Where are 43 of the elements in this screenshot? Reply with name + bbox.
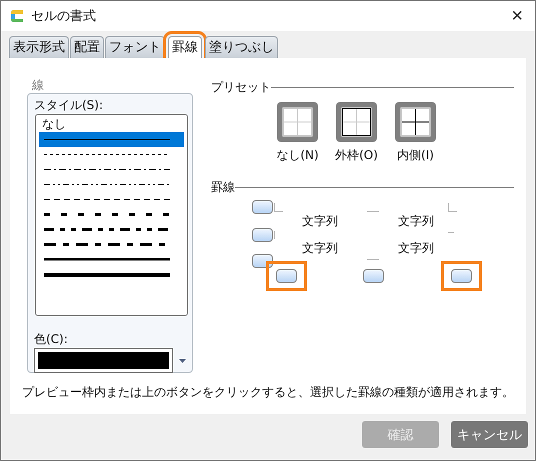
section-title: 罫線: [211, 178, 235, 196]
border-toggle-button[interactable]: [266, 261, 306, 291]
line-pattern-icon: [44, 154, 170, 155]
tab[interactable]: 塗りつぶし: [205, 36, 278, 58]
preview-cell-text: 文字列: [301, 213, 339, 230]
preset-button[interactable]: 内側(I): [390, 102, 441, 164]
color-label: 色(C):: [34, 331, 69, 348]
section-title: プリセット: [211, 78, 271, 96]
tab[interactable]: 表示形式: [9, 36, 69, 58]
dropdown-arrow-icon[interactable]: [179, 358, 186, 362]
line-pattern-icon: [44, 184, 170, 185]
border-toggle-button[interactable]: [250, 228, 274, 242]
tab[interactable]: 配置: [70, 36, 104, 58]
line-pattern-icon: [44, 213, 170, 216]
cancel-button[interactable]: キャンセル: [451, 421, 528, 448]
group-title: 線: [31, 77, 45, 93]
app-logo-icon: [9, 8, 25, 24]
preview-cell-text: 文字列: [397, 240, 435, 256]
line-style-list[interactable]: なし: [35, 114, 188, 316]
tab[interactable]: フォント: [105, 36, 165, 58]
hint-text: プレビュー枠内または上のボタンをクリックすると、選択した罫線の種類が適用されます。: [22, 384, 515, 401]
line-pattern-icon: [44, 258, 170, 261]
close-button[interactable]: ×: [507, 6, 527, 26]
style-label: スタイル(S):: [34, 97, 104, 114]
color-field[interactable]: [34, 348, 174, 373]
preview-cell-text: 文字列: [301, 240, 339, 256]
line-pattern-icon: [44, 228, 170, 231]
line-pattern-icon: [44, 272, 170, 276]
grid-icon: [277, 102, 318, 142]
border-toggle-button[interactable]: [440, 261, 482, 291]
line-pattern-icon: [44, 139, 170, 140]
border-toggle-button[interactable]: [362, 269, 384, 283]
window-title: セルの書式: [31, 8, 96, 25]
line-pattern-icon: [44, 199, 170, 200]
border-toggle-button[interactable]: [250, 200, 274, 214]
line-pattern-icon: [44, 169, 170, 170]
border-toggle-button[interactable]: [250, 254, 274, 268]
outer-border-icon: [336, 102, 377, 142]
preset-button[interactable]: 外枠(O): [331, 102, 382, 164]
inner-border-icon: [395, 102, 436, 142]
preset-button[interactable]: なし(N): [272, 102, 323, 164]
preview-cell-text: 文字列: [397, 213, 435, 230]
line-style-option[interactable]: なし: [39, 117, 184, 132]
